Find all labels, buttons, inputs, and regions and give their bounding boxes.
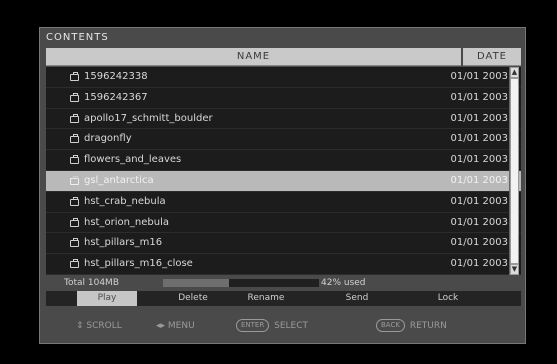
play-button[interactable]: Play xyxy=(77,291,137,306)
scroll-up-arrow-icon[interactable]: ▲ xyxy=(511,68,518,77)
file-date: 01/01 2003 xyxy=(450,216,508,228)
file-row[interactable]: apollo17_schmitt_boulder 01/01 2003 xyxy=(46,109,521,130)
file-row[interactable]: gsl_antarctica 01/01 2003 xyxy=(46,170,521,192)
help-menu-label: MENU xyxy=(167,321,195,331)
file-date: 01/01 2003 xyxy=(450,258,508,270)
file-name: hst_crab_nebula xyxy=(84,195,166,207)
file-name: 1596242338 xyxy=(84,71,148,82)
file-name: hst_pillars_m16_close xyxy=(84,258,193,270)
help-scroll: ⇕ SCROLL xyxy=(76,315,122,337)
storage-info: Total 104MB 42% used xyxy=(46,277,521,289)
file-name: hst_pillars_m16 xyxy=(84,237,163,249)
file-date: 01/01 2003 xyxy=(450,237,508,249)
scrollbar[interactable]: ▲ ▼ xyxy=(509,67,519,275)
updown-arrow-icon: ⇕ xyxy=(76,321,84,331)
delete-button[interactable]: Delete xyxy=(163,291,223,306)
back-key-icon: BACK xyxy=(376,319,405,332)
file-list: 1596242338 01/01 2003 1596242367 01/01 2003… xyxy=(46,67,521,275)
file-name: apollo17_schmitt_boulder xyxy=(84,112,213,124)
lock-button[interactable]: Lock xyxy=(418,291,478,306)
help-return-label: RETURN xyxy=(409,321,447,331)
camera-icon xyxy=(70,155,79,165)
file-row[interactable]: 1596242367 01/01 2003 xyxy=(46,88,521,109)
storage-bar-fill xyxy=(163,279,229,287)
column-header-date[interactable]: DATE xyxy=(463,48,521,66)
camera-icon xyxy=(70,72,79,81)
storage-bar xyxy=(163,279,319,287)
storage-total: Total 104MB xyxy=(64,278,119,288)
help-bar: ⇕ SCROLL ◂▸ MENU ENTER SELECT BACK RETUR… xyxy=(46,315,521,337)
file-row[interactable]: dragonfly 01/01 2003 xyxy=(46,129,521,151)
camera-icon xyxy=(70,238,79,248)
camera-icon xyxy=(70,259,79,269)
help-scroll-label: SCROLL xyxy=(86,321,122,331)
file-name: hst_orion_nebula xyxy=(84,216,170,228)
camera-icon xyxy=(70,92,79,102)
file-row[interactable]: 1596242338 01/01 2003 xyxy=(46,67,521,88)
file-date: 01/01 2003 xyxy=(450,154,508,166)
camera-icon xyxy=(70,113,79,123)
file-name: gsl_antarctica xyxy=(84,174,154,186)
storage-used: 42% used xyxy=(321,278,366,288)
file-date: 01/01 2003 xyxy=(450,91,508,103)
file-row[interactable]: hst_pillars_m16_close 01/01 2003 xyxy=(46,254,521,275)
file-date: 01/01 2003 xyxy=(450,195,508,207)
file-row[interactable]: hst_orion_nebula 01/01 2003 xyxy=(46,213,521,234)
camera-icon xyxy=(70,175,79,185)
help-return: BACK RETURN xyxy=(376,315,447,337)
window-title: CONTENTS xyxy=(46,32,109,43)
file-date: 01/01 2003 xyxy=(450,133,508,145)
help-select: ENTER SELECT xyxy=(236,315,308,337)
file-row[interactable]: flowers_and_leaves 01/01 2003 xyxy=(46,150,521,171)
scroll-down-arrow-icon[interactable]: ▼ xyxy=(511,265,518,274)
file-name: dragonfly xyxy=(84,133,132,145)
camera-icon xyxy=(70,217,79,227)
file-date: 01/01 2003 xyxy=(450,174,508,186)
contents-window: CONTENTS NAME DATE 1596242338 01/01 2003 1… xyxy=(39,27,526,344)
file-date: 01/01 2003 xyxy=(450,71,508,82)
action-bar: Play Delete Rename Send Lock xyxy=(46,291,521,306)
rename-button[interactable]: Rename xyxy=(236,291,296,306)
help-select-label: SELECT xyxy=(274,321,308,331)
scrollbar-thumb[interactable] xyxy=(511,79,518,263)
file-date: 01/01 2003 xyxy=(450,112,508,124)
file-name: flowers_and_leaves xyxy=(84,154,182,166)
camera-icon xyxy=(70,196,79,206)
file-row[interactable]: hst_crab_nebula 01/01 2003 xyxy=(46,192,521,213)
help-menu: ◂▸ MENU xyxy=(156,315,195,337)
left-right-arrow-icon: ◂▸ xyxy=(156,321,166,331)
camera-icon xyxy=(70,134,79,144)
enter-key-icon: ENTER xyxy=(236,319,270,332)
column-header-name[interactable]: NAME xyxy=(46,48,461,66)
file-row[interactable]: hst_pillars_m16 01/01 2003 xyxy=(46,233,521,255)
file-name: 1596242367 xyxy=(84,91,148,103)
send-button[interactable]: Send xyxy=(327,291,387,306)
